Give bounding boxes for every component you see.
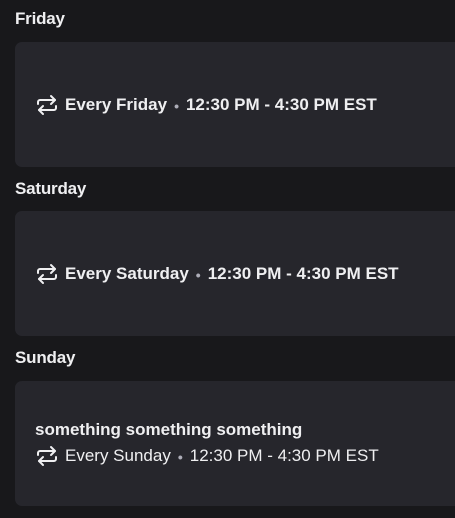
separator-dot: • [195, 266, 201, 283]
repeat-icon [37, 263, 57, 284]
recurrence-label: Every Friday [65, 94, 168, 114]
schedule-card-saturday[interactable]: Every Saturday • 12:30 PM - 4:30 PM EST [15, 211, 455, 336]
repeat-icon [37, 94, 57, 115]
day-heading-sunday: Sunday [15, 348, 76, 367]
day-heading-saturday: Saturday [15, 179, 87, 198]
recurrence-label: Every Sunday [65, 446, 171, 465]
separator-dot: • [174, 97, 179, 114]
time-range: 12:30 PM - 4:30 PM EST [189, 446, 379, 465]
recurrence-label: Every Saturday [65, 263, 189, 283]
schedule-line: Every Sunday • 12:30 PM - 4:30 PM EST [35, 445, 455, 467]
repeat-icon [37, 446, 57, 466]
schedule-card-sunday[interactable]: something something something Every Sund… [15, 381, 455, 506]
time-range: 12:30 PM - 4:30 PM EST [207, 263, 399, 283]
schedule-line: Every Saturday • 12:30 PM - 4:30 PM EST [35, 263, 455, 285]
time-range: 12:30 PM - 4:30 PM EST [185, 94, 377, 114]
event-title: something something something [35, 420, 303, 439]
schedule-card-friday[interactable]: Every Friday • 12:30 PM - 4:30 PM EST [15, 42, 455, 167]
day-heading-friday: Friday [15, 9, 65, 28]
separator-dot: • [177, 449, 183, 465]
schedule-line: Every Friday • 12:30 PM - 4:30 PM EST [35, 94, 455, 116]
